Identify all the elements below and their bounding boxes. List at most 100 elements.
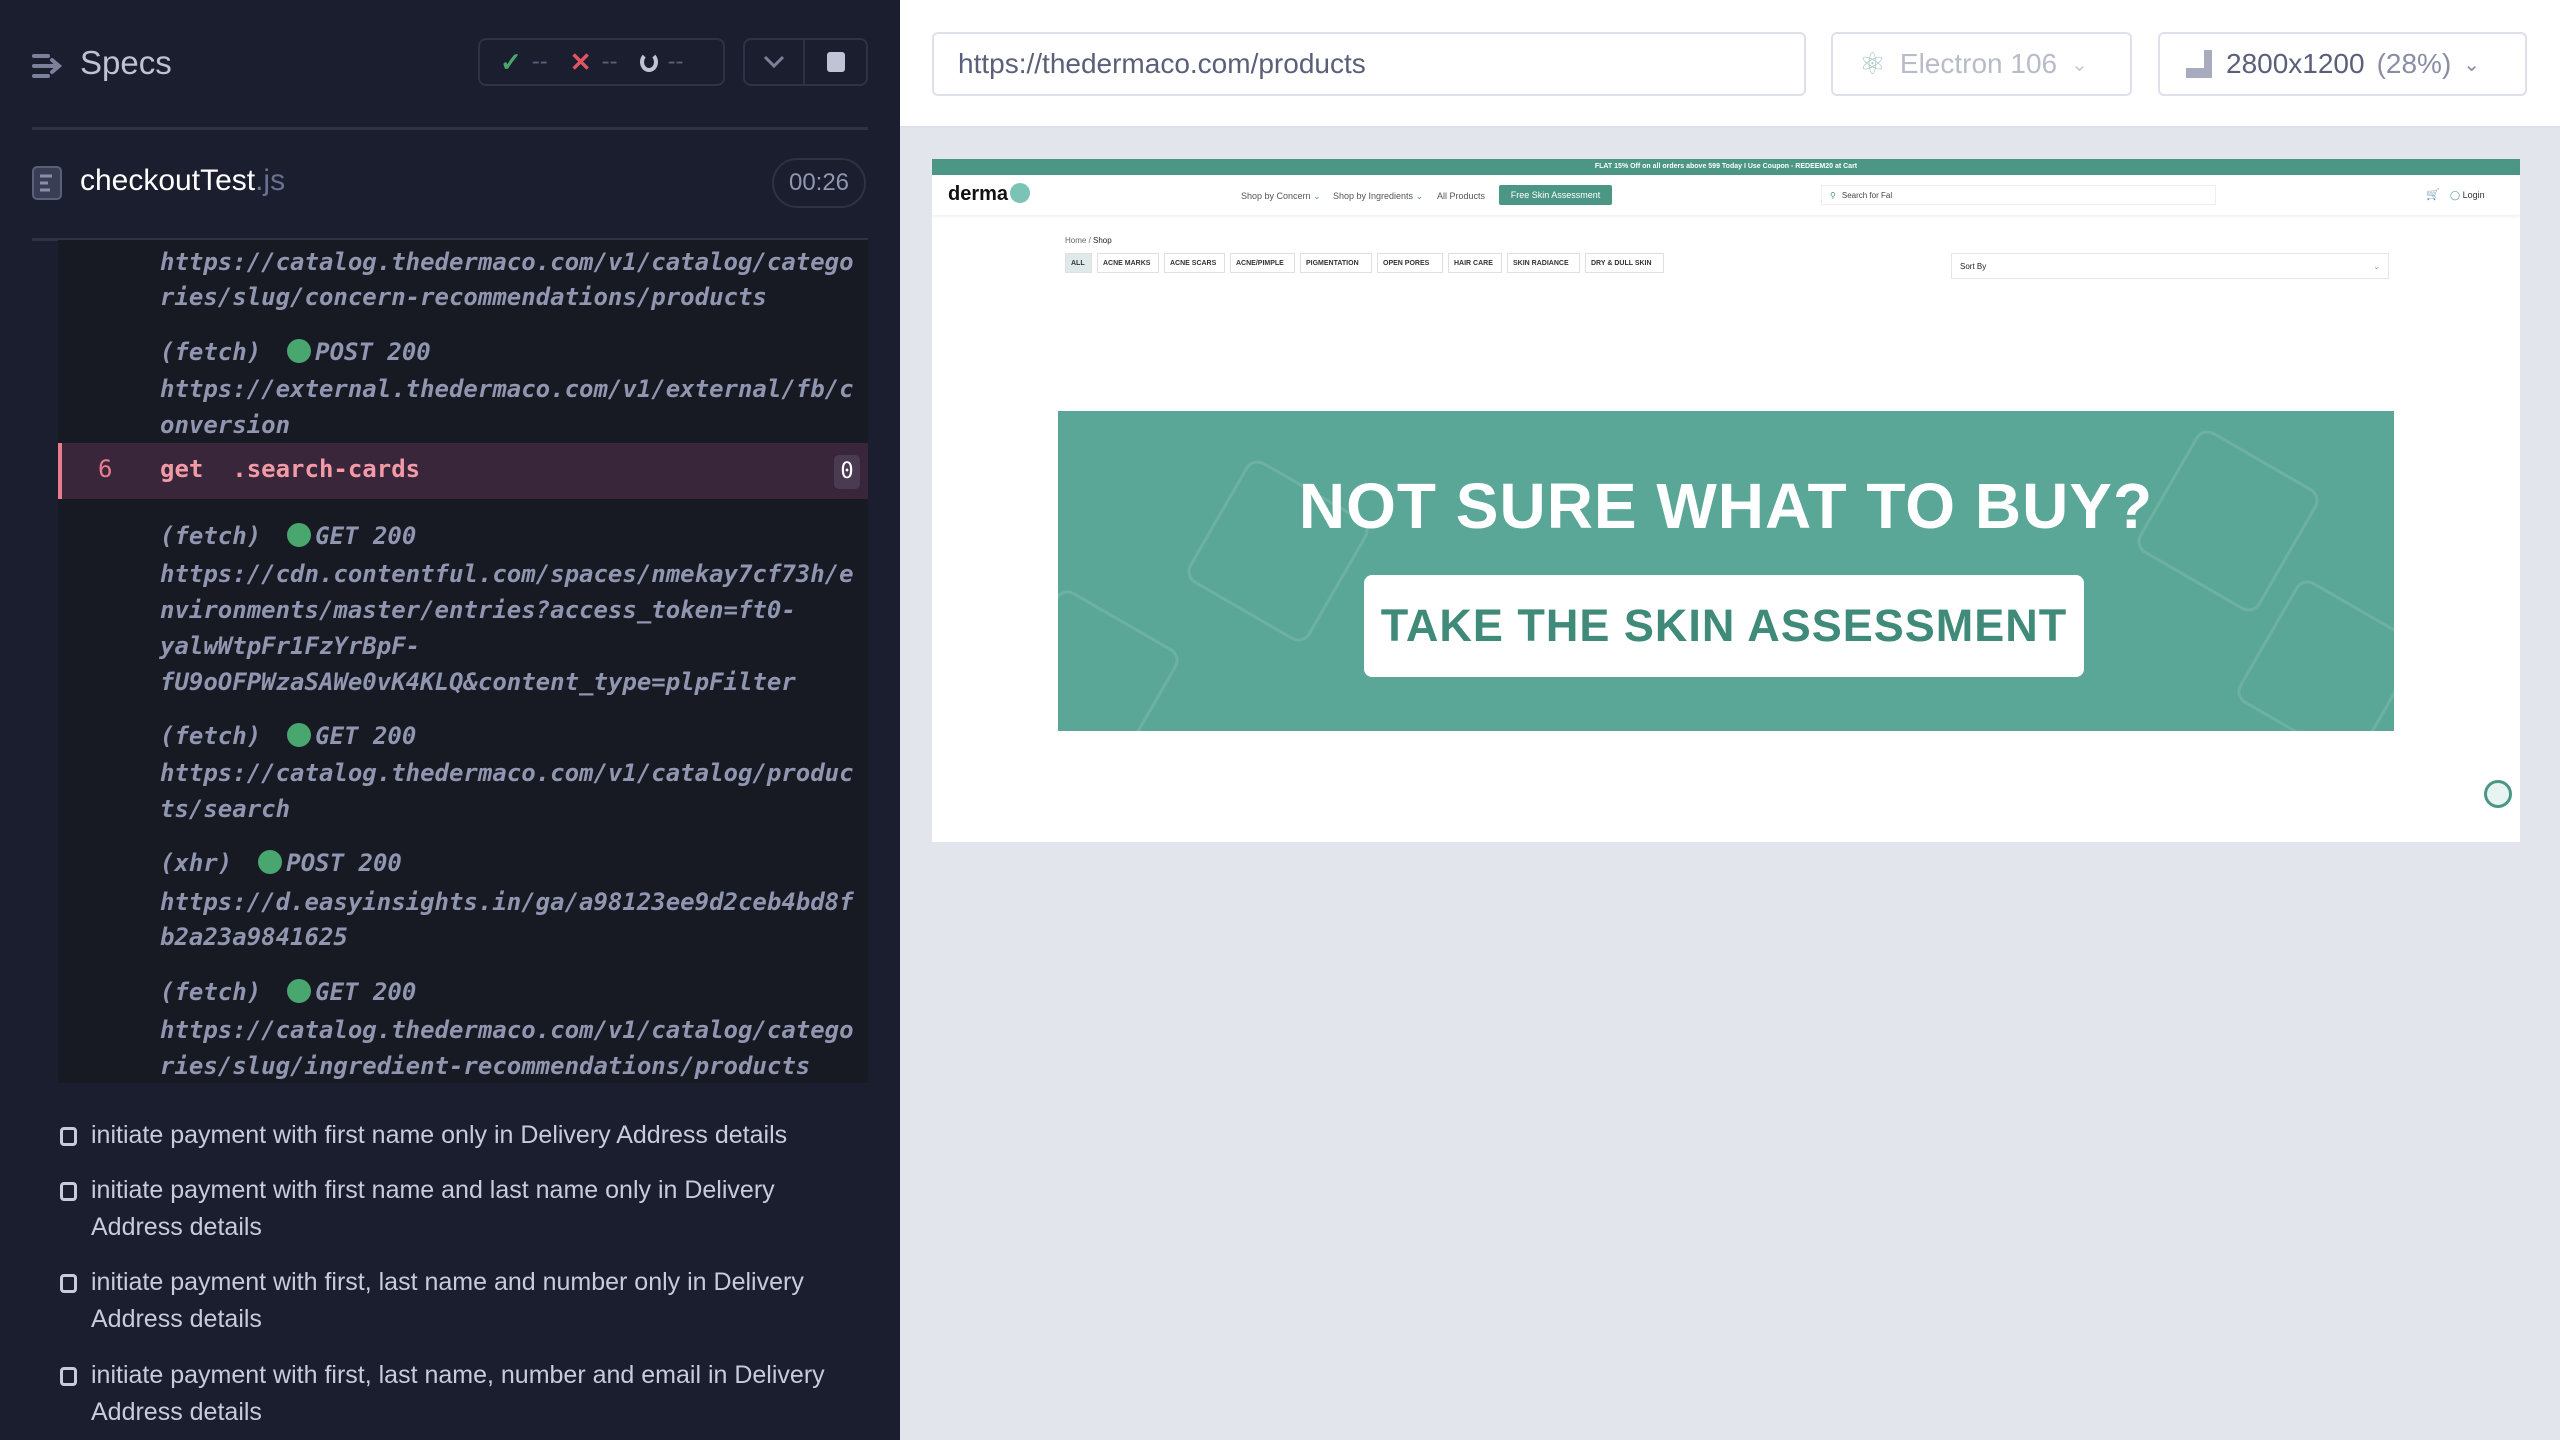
skin-assessment-banner[interactable]: NOT SURE WHAT TO BUY? TAKE THE SKIN ASSE… — [1058, 411, 2394, 731]
request-url[interactable]: https://catalog.thedermaco.com/v1/catalo… — [160, 759, 854, 787]
reporter-panel: Specs ✓ -- ✕ -- -- checkoutTest.js 00:26 6… — [0, 0, 900, 1440]
command-count-badge: 0 — [834, 455, 860, 489]
specs-menu-icon[interactable] — [32, 52, 62, 80]
request-url[interactable]: ts/search — [160, 795, 290, 823]
site-search-input[interactable]: ⚲ Search for Fal — [1821, 185, 2216, 205]
test-item[interactable]: initiate payment with first name only in… — [60, 1117, 860, 1154]
pending-test-icon — [60, 1367, 77, 1386]
nav-shop-by-concern[interactable]: Shop by Concern ⌄ — [1241, 191, 1321, 202]
command-text: get .search-cards — [160, 455, 421, 483]
request-type: (fetch) — [160, 338, 262, 366]
status-dot-icon — [287, 979, 312, 1003]
nav-shop-by-ingredients[interactable]: Shop by Ingredients ⌄ — [1333, 191, 1423, 202]
user-icon: ◯ — [2450, 190, 2461, 200]
chat-icon[interactable] — [2484, 780, 2512, 808]
request-url[interactable]: b2a23a9841625 — [160, 923, 348, 951]
breadcrumb-current: Shop — [1093, 236, 1112, 245]
chevron-down-icon: ⌄ — [2071, 53, 2088, 76]
failed-count: -- — [601, 48, 618, 75]
request-entry[interactable]: (xhr) POST 200 — [160, 849, 402, 877]
status-dot-icon — [287, 723, 312, 747]
test-stats: ✓ -- ✕ -- -- — [478, 38, 725, 86]
file-icon — [32, 166, 62, 200]
stop-button[interactable] — [805, 52, 866, 72]
filter-chip[interactable]: ALL — [1065, 253, 1092, 273]
request-entry[interactable]: (fetch) POST 200 — [160, 338, 431, 366]
test-title: initiate payment with first, last name a… — [91, 1268, 804, 1333]
test-item[interactable]: initiate payment with first, last name, … — [60, 1357, 860, 1431]
divider — [32, 127, 868, 130]
spec-duration: 00:26 — [772, 158, 866, 208]
viewport-size: 2800x1200 — [2226, 48, 2365, 79]
request-entry[interactable]: (fetch) GET 200 — [160, 722, 416, 750]
banner-title: NOT SURE WHAT TO BUY? — [1298, 470, 2154, 542]
free-skin-assessment-button[interactable]: Free Skin Assessment — [1499, 185, 1612, 205]
breadcrumb: Home / Shop — [1065, 236, 1112, 245]
test-title: initiate payment with first name only in… — [91, 1121, 788, 1149]
nav-all-products[interactable]: All Products — [1437, 191, 1485, 201]
request-url[interactable]: ries/slug/concern-recommendations/produc… — [160, 283, 767, 311]
filter-chip[interactable]: DRY & DULL SKIN — [1585, 253, 1664, 273]
request-url[interactable]: nvironments/master/entries?access_token=… — [160, 596, 796, 624]
request-type: (xhr) — [160, 849, 233, 877]
stop-icon — [826, 52, 845, 72]
site-header: derma Shop by Concern ⌄ Shop by Ingredie… — [932, 175, 2520, 215]
filter-chip[interactable]: SKIN RADIANCE — [1507, 253, 1580, 273]
request-url[interactable]: https://cdn.contentful.com/spaces/nmekay… — [160, 560, 854, 588]
command-number: 6 — [98, 455, 113, 483]
filter-chip[interactable]: OPEN PORES — [1377, 253, 1443, 273]
sort-by-select[interactable]: Sort By ⌄ — [1951, 253, 2389, 279]
url-bar[interactable]: https://thedermaco.com/products — [932, 32, 1806, 96]
browser-selector[interactable]: ⚛ Electron 106 ⌄ — [1831, 32, 2132, 96]
specs-title[interactable]: Specs — [80, 44, 172, 82]
request-entry[interactable]: (fetch) GET 200 — [160, 978, 416, 1006]
request-url[interactable]: https://catalog.thedermaco.com/v1/catalo… — [160, 1016, 854, 1044]
status-dot-icon — [287, 523, 312, 547]
run-controls — [743, 38, 868, 86]
spec-extension: .js — [255, 164, 286, 197]
pending-stat: -- — [639, 48, 684, 76]
request-method-status: POST 200 — [286, 849, 402, 877]
viewport-selector[interactable]: 2800x1200 (28%) ⌄ — [2158, 32, 2527, 96]
request-url[interactable]: fU9oOFPWzaSAWe0vK4KLQ&content_type=plpFi… — [160, 668, 796, 696]
test-title: initiate payment with first name and las… — [91, 1176, 775, 1241]
test-title: initiate payment with first, last name, … — [91, 1361, 825, 1426]
filter-chip[interactable]: HAIR CARE — [1448, 253, 1502, 273]
request-url[interactable]: yalwWtpFr1FzYrBpF- — [160, 632, 420, 660]
request-url[interactable]: onversion — [160, 411, 290, 439]
announcement-bar: FLAT 15% Off on all orders above 599 Tod… — [932, 159, 2520, 175]
browser-toolbar: https://thedermaco.com/products ⚛ Electr… — [900, 0, 2560, 128]
failed-stat: ✕ -- — [570, 47, 618, 78]
request-type: (fetch) — [160, 722, 262, 750]
site-logo[interactable]: derma — [948, 183, 1031, 206]
cart-icon[interactable]: 🛒 — [2426, 188, 2440, 201]
filter-chip[interactable]: ACNE/PIMPLE — [1230, 253, 1295, 273]
filter-chip[interactable]: PIGMENTATION — [1300, 253, 1372, 273]
status-dot-icon — [258, 850, 283, 874]
filter-chip[interactable]: ACNE MARKS — [1097, 253, 1159, 273]
test-item[interactable]: initiate payment with first name and las… — [60, 1172, 860, 1246]
chevron-down-icon: ⌄ — [2463, 53, 2481, 76]
breadcrumb-home[interactable]: Home — [1065, 236, 1086, 245]
request-type: (fetch) — [160, 978, 262, 1006]
request-url[interactable]: https://external.thedermaco.com/v1/exter… — [160, 375, 854, 403]
test-item[interactable]: initiate payment with first, last name a… — [60, 1264, 860, 1338]
request-url[interactable]: https://d.easyinsights.in/ga/a98123ee9d2… — [160, 888, 854, 916]
spec-file-name[interactable]: checkoutTest.js — [80, 164, 285, 198]
request-url[interactable]: ries/slug/ingredient-recommendations/pro… — [160, 1052, 810, 1080]
pending-test-icon — [60, 1127, 77, 1146]
app-preview[interactable]: FLAT 15% Off on all orders above 599 Tod… — [932, 159, 2520, 842]
active-command-row[interactable]: 6 get .search-cards 0 — [58, 443, 868, 499]
request-url[interactable]: https://catalog.thedermaco.com/v1/catalo… — [160, 248, 854, 276]
chevron-down-icon — [763, 55, 785, 69]
login-link[interactable]: ◯ Login — [2450, 190, 2485, 201]
request-entry[interactable]: (fetch) GET 200 — [160, 522, 416, 550]
filter-chip[interactable]: ACNE SCARS — [1164, 253, 1225, 273]
command-log[interactable]: 6 get .search-cards 0 https://catalog.th… — [58, 240, 868, 1083]
electron-icon: ⚛ — [1859, 47, 1886, 81]
request-method-status: GET 200 — [315, 722, 417, 750]
take-skin-assessment-button[interactable]: TAKE THE SKIN ASSESSMENT — [1364, 575, 2084, 677]
expand-button[interactable] — [745, 40, 805, 84]
passed-count: -- — [531, 48, 548, 75]
request-method-status: POST 200 — [315, 338, 431, 366]
